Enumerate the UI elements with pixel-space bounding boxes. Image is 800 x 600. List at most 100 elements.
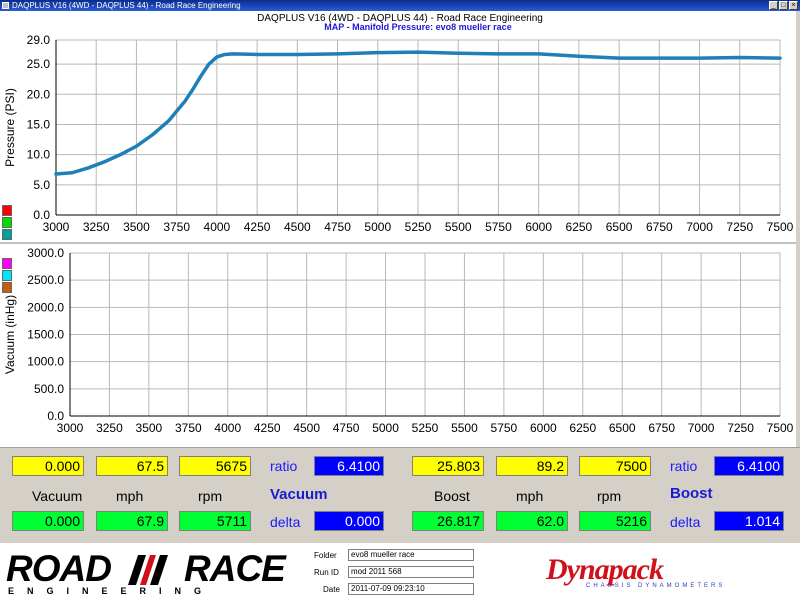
pane-separator <box>0 242 800 244</box>
vacuum-ratio-label: ratio <box>270 458 298 474</box>
pressure-y-tick-label: 29.0 <box>27 33 51 47</box>
date-field[interactable]: 2011-07-09 09:23:10 <box>348 583 474 595</box>
run-id-label: Run ID <box>314 568 339 577</box>
legend-chip-brown[interactable] <box>2 282 12 293</box>
vacuum-x-tick-label: 5250 <box>412 421 439 435</box>
pressure-y-tick-label: 15.0 <box>27 117 51 131</box>
maximize-button[interactable]: □ <box>779 1 788 10</box>
pressure-y-tick-label: 0.0 <box>33 208 50 222</box>
boost-bottom-mph: 62.0 <box>496 511 568 531</box>
pressure-x-tick-label: 5000 <box>364 220 391 234</box>
pressure-y-tick-label: 25.0 <box>27 57 51 71</box>
chart-background <box>0 11 800 447</box>
vacuum-x-tick-label: 3750 <box>175 421 202 435</box>
vacuum-bottom-mph: 67.9 <box>96 511 168 531</box>
boost-top-mph: 89.2 <box>496 456 568 476</box>
vacuum-top-rpm: 5675 <box>179 456 251 476</box>
logo-road-word: ROAD <box>6 548 112 589</box>
vacuum-x-tick-label: 7500 <box>767 421 794 435</box>
footer: ROAD RACE ENGINEERING Folder evo8 muelle… <box>0 543 800 600</box>
vacuum-header: Vacuum <box>32 488 83 504</box>
vacuum-top-mph: 67.5 <box>96 456 168 476</box>
pressure-x-tick-label: 4000 <box>204 220 231 234</box>
vacuum-ratio-value: 6.4100 <box>314 456 384 476</box>
boost-bottom-value: 26.817 <box>412 511 484 531</box>
pressure-x-tick-label: 5750 <box>485 220 512 234</box>
pressure-x-tick-label: 3500 <box>123 220 150 234</box>
right-border <box>796 11 800 447</box>
vacuum-y-tick-label: 2000.0 <box>27 300 64 314</box>
vacuum-x-tick-label: 7250 <box>727 421 754 435</box>
pressure-x-tick-label: 3250 <box>83 220 110 234</box>
app-icon <box>2 2 9 9</box>
pressure-x-tick-label: 6250 <box>566 220 593 234</box>
dyno-chart: DAQPLUS V16 (4WD - DAQPLUS 44) - Road Ra… <box>0 11 800 447</box>
legend-chip-magenta[interactable] <box>2 258 12 269</box>
vacuum-x-tick-label: 4000 <box>214 421 241 435</box>
vacuum-x-tick-label: 3500 <box>136 421 163 435</box>
pressure-x-tick-label: 4250 <box>244 220 271 234</box>
pressure-x-tick-label: 3000 <box>43 220 70 234</box>
vacuum-x-tick-label: 7000 <box>688 421 715 435</box>
vacuum-y-tick-label: 500.0 <box>34 382 64 396</box>
folder-field[interactable]: evo8 mueller race <box>348 549 474 561</box>
logo-subtitle: ENGINEERING <box>8 586 215 596</box>
dynapack-logo: Dynapack CHASSIS DYNAMOMETERS <box>546 553 726 590</box>
window-controls: _ □ × <box>769 1 798 10</box>
vacuum-mph-header: mph <box>116 488 144 504</box>
boost-delta-label: delta <box>670 514 701 530</box>
vacuum-x-tick-label: 5000 <box>372 421 399 435</box>
minimize-button[interactable]: _ <box>769 1 778 10</box>
date-label: Date <box>323 585 340 594</box>
legend-chip-cyan[interactable] <box>2 270 12 281</box>
pressure-x-tick-label: 4750 <box>324 220 351 234</box>
vacuum-x-tick-label: 6250 <box>569 421 596 435</box>
boost-header: Boost <box>434 488 470 504</box>
vacuum-y-tick-label: 1500.0 <box>27 328 64 342</box>
boost-section-label: Boost <box>670 485 713 502</box>
pressure-y-axis-label: Pressure (PSI) <box>3 88 17 167</box>
boost-ratio-value: 6.4100 <box>714 456 784 476</box>
pressure-chart-title: MAP - Manifold Pressure: evo8 mueller ra… <box>324 22 511 32</box>
vacuum-x-tick-label: 6750 <box>648 421 675 435</box>
vacuum-section-label: Vacuum <box>270 486 328 503</box>
vacuum-x-tick-label: 4750 <box>333 421 360 435</box>
window-title: DAQPLUS V16 (4WD - DAQPLUS 44) - Road Ra… <box>12 1 241 10</box>
logo-race-word: RACE <box>184 548 286 589</box>
vacuum-top-value: 0.000 <box>12 456 84 476</box>
dynapack-tagline: CHASSIS DYNAMOMETERS <box>586 583 726 589</box>
pressure-y-tick-label: 20.0 <box>27 87 51 101</box>
vacuum-bottom-rpm: 5711 <box>179 511 251 531</box>
boost-top-rpm: 7500 <box>579 456 651 476</box>
vacuum-bottom-value: 0.000 <box>12 511 84 531</box>
vacuum-x-tick-label: 4250 <box>254 421 281 435</box>
window-titlebar: DAQPLUS V16 (4WD - DAQPLUS 44) - Road Ra… <box>0 0 800 11</box>
legend-chip-teal[interactable] <box>2 229 12 240</box>
pressure-x-tick-label: 7500 <box>767 220 794 234</box>
pressure-x-tick-label: 7250 <box>726 220 753 234</box>
vacuum-x-tick-label: 4500 <box>293 421 320 435</box>
vacuum-x-tick-label: 5500 <box>451 421 478 435</box>
dynapack-brand-name: Dynapack <box>546 553 664 586</box>
vacuum-delta-value: 0.000 <box>314 511 384 531</box>
boost-rpm-header: rpm <box>597 488 622 504</box>
close-button[interactable]: × <box>789 1 798 10</box>
road-race-logo: ROAD RACE ENGINEERING <box>6 549 308 597</box>
vacuum-y-tick-label: 1000.0 <box>27 355 64 369</box>
folder-label: Folder <box>314 551 337 560</box>
vacuum-x-tick-label: 6000 <box>530 421 557 435</box>
vacuum-y-tick-label: 3000.0 <box>27 246 64 260</box>
legend-chip-green[interactable] <box>2 217 12 228</box>
boost-bottom-rpm: 5216 <box>579 511 651 531</box>
vacuum-x-tick-label: 3000 <box>57 421 84 435</box>
vacuum-x-tick-label: 3250 <box>96 421 123 435</box>
pressure-x-tick-label: 6000 <box>525 220 552 234</box>
pressure-x-tick-label: 4500 <box>284 220 311 234</box>
boost-mph-header: mph <box>516 488 544 504</box>
vacuum-x-tick-label: 5750 <box>491 421 518 435</box>
legend-chip-red[interactable] <box>2 205 12 216</box>
run-id-field[interactable]: mod 2011 568 <box>348 566 474 578</box>
logo-stripes <box>128 555 168 585</box>
pressure-x-tick-label: 7000 <box>686 220 713 234</box>
readout-panel: 0.000 67.5 5675 ratio 6.4100 Vacuum mph … <box>0 447 800 544</box>
